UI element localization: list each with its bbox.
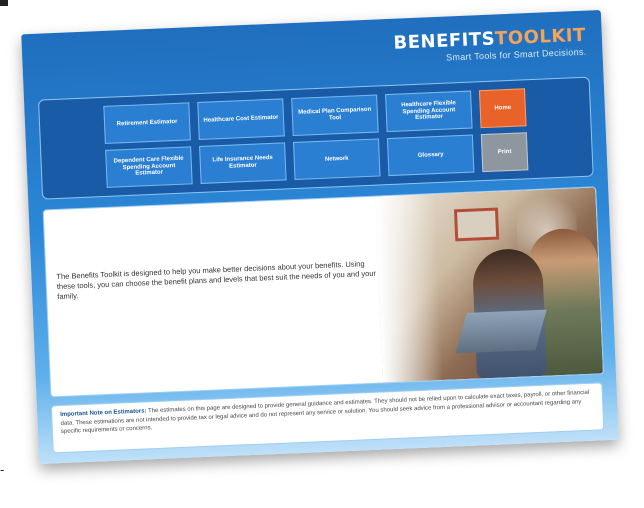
note-heading: Important Note on Estimators: [60, 408, 147, 419]
benefits-toolkit-screenshot: BENEFITSTOOLKIT Smart Tools for Smart De… [21, 10, 619, 464]
nav-healthcare-fsa-estimator[interactable]: Healthcare Flexible Spending Account Est… [385, 90, 473, 133]
intro-text: The Benefits Toolkit is designed to help… [56, 259, 377, 302]
laptop [455, 309, 547, 354]
nav-medical-plan-comparison[interactable]: Medical Plan Comparison Tool [291, 94, 379, 137]
picture-frame [453, 207, 500, 242]
brand-name-accent: TOOLKIT [494, 24, 587, 50]
tools-navigation: Retirement Estimator Healthcare Cost Est… [38, 76, 594, 200]
family-photo [375, 187, 603, 383]
home-button[interactable]: Home [478, 88, 527, 129]
nav-retirement-estimator[interactable]: Retirement Estimator [103, 102, 191, 144]
print-button[interactable]: Print [480, 132, 529, 173]
page-fragment-dash: - [0, 462, 5, 477]
nav-glossary[interactable]: Glossary [386, 134, 475, 177]
nav-life-insurance-estimator[interactable]: Life Insurance Needs Estimator [199, 142, 287, 184]
page-fragment-mark [0, 0, 8, 6]
nav-healthcare-cost-estimator[interactable]: Healthcare Cost Estimator [197, 98, 285, 140]
nav-network[interactable]: Network [293, 138, 381, 181]
brand-name-main: BENEFITS [393, 28, 496, 54]
brand-logo: BENEFITSTOOLKIT Smart Tools for Smart De… [393, 25, 587, 65]
main-content-panel: The Benefits Toolkit is designed to help… [42, 186, 604, 398]
nav-dependent-care-fsa-estimator[interactable]: Dependent Care Flexible Spending Account… [105, 146, 193, 188]
